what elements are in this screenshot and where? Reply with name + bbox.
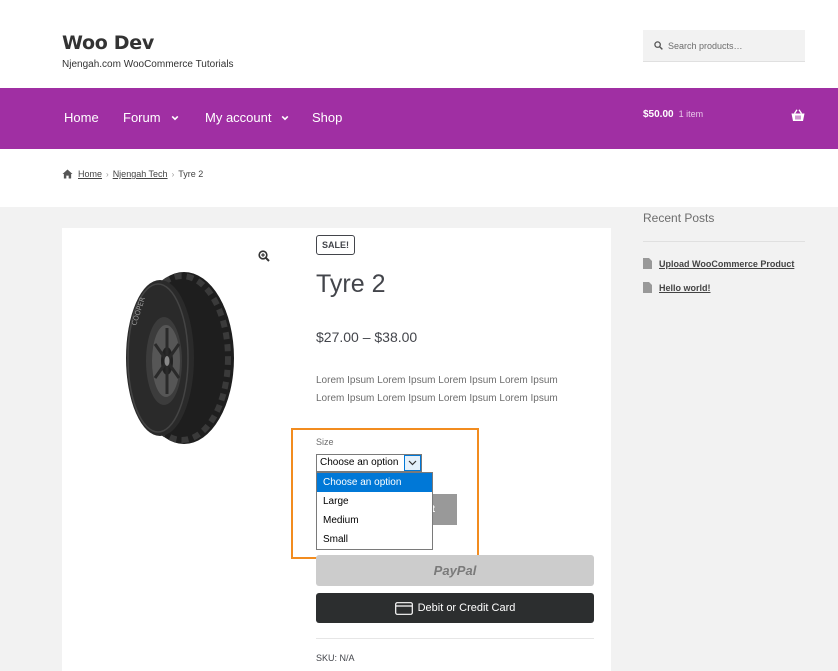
- recent-post-link[interactable]: Hello world!: [659, 283, 711, 293]
- product-sku: SKU: N/A: [316, 653, 355, 663]
- nav-item-label: Forum: [123, 110, 161, 125]
- breadcrumb-band: Home › Njengah Tech › Tyre 2: [0, 149, 838, 207]
- search-input[interactable]: [668, 38, 800, 54]
- nav-item-label: Home: [64, 110, 99, 125]
- cart-link[interactable]: $50.00 1 item: [643, 109, 703, 120]
- product-short-description: Lorem Ipsum Lorem Ipsum Lorem Ipsum Lore…: [316, 375, 558, 404]
- credit-card-icon: [394, 601, 413, 615]
- breadcrumb-current: Tyre 2: [178, 169, 204, 179]
- document-icon: [643, 258, 652, 269]
- product-image-tyre[interactable]: COOPER: [122, 266, 237, 446]
- size-option-large[interactable]: Large: [317, 492, 432, 511]
- widget-divider: [643, 241, 805, 242]
- home-icon: [62, 169, 73, 179]
- size-select-value: Choose an option: [320, 457, 399, 468]
- breadcrumb-home-link[interactable]: Home: [78, 169, 102, 179]
- size-option-medium[interactable]: Medium: [317, 511, 432, 530]
- size-option-small[interactable]: Small: [317, 530, 432, 549]
- recent-post-link[interactable]: Upload WooCommerce Product: [659, 259, 794, 269]
- chevron-down-icon: [408, 460, 417, 466]
- breadcrumb-category-link[interactable]: Njengah Tech: [113, 169, 168, 179]
- zoom-button[interactable]: [253, 245, 275, 267]
- chevron-down-icon: [282, 115, 289, 120]
- sale-badge: SALE!: [316, 235, 355, 255]
- nav-item-home[interactable]: Home: [64, 110, 99, 125]
- site-header: Woo Dev Njengah.com WooCommerce Tutorial…: [0, 0, 838, 88]
- size-select[interactable]: Choose an option: [316, 454, 422, 472]
- site-title[interactable]: Woo Dev: [62, 32, 154, 54]
- main-navigation: Home Forum My account Shop $50.00 1 item: [0, 88, 838, 149]
- recent-post-item: Hello world!: [643, 282, 711, 293]
- recent-posts-title: Recent Posts: [643, 211, 715, 225]
- cart-total: $50.00: [643, 109, 674, 120]
- size-label: Size: [316, 437, 334, 447]
- nav-item-shop[interactable]: Shop: [312, 110, 342, 125]
- cart-count: 1 item: [678, 109, 704, 119]
- chevron-down-icon: [171, 115, 178, 120]
- card-button-label: Debit or Credit Card: [417, 602, 516, 614]
- document-icon: [643, 282, 652, 293]
- size-dropdown-list: Choose an option Large Medium Small: [316, 472, 433, 550]
- search-icon: [654, 41, 663, 50]
- product-title: Tyre 2: [316, 270, 386, 298]
- zoom-in-icon: [258, 250, 270, 262]
- meta-divider: [316, 638, 594, 639]
- size-option-choose[interactable]: Choose an option: [317, 473, 432, 492]
- nav-item-forum[interactable]: Forum: [123, 110, 179, 125]
- product-price: $27.00 – $38.00: [316, 329, 418, 345]
- basket-icon[interactable]: [791, 109, 805, 122]
- search-box[interactable]: [643, 30, 805, 62]
- paypal-label: PayPal: [433, 563, 477, 578]
- paypal-button[interactable]: PayPal: [316, 555, 594, 586]
- breadcrumb: Home › Njengah Tech › Tyre 2: [62, 169, 203, 179]
- product-card: COOPER SALE! Tyre 2 $27.00 – $38.00 Lore…: [62, 228, 611, 671]
- select-arrow[interactable]: [404, 455, 421, 471]
- nav-item-label: Shop: [312, 110, 343, 125]
- site-tagline: Njengah.com WooCommerce Tutorials: [62, 59, 234, 70]
- recent-post-item: Upload WooCommerce Product: [643, 258, 794, 269]
- debit-credit-card-button[interactable]: Debit or Credit Card: [316, 593, 594, 623]
- breadcrumb-separator: ›: [171, 169, 175, 179]
- nav-item-label: My account: [205, 110, 272, 125]
- breadcrumb-separator: ›: [106, 169, 109, 179]
- nav-item-my-account[interactable]: My account: [205, 110, 289, 125]
